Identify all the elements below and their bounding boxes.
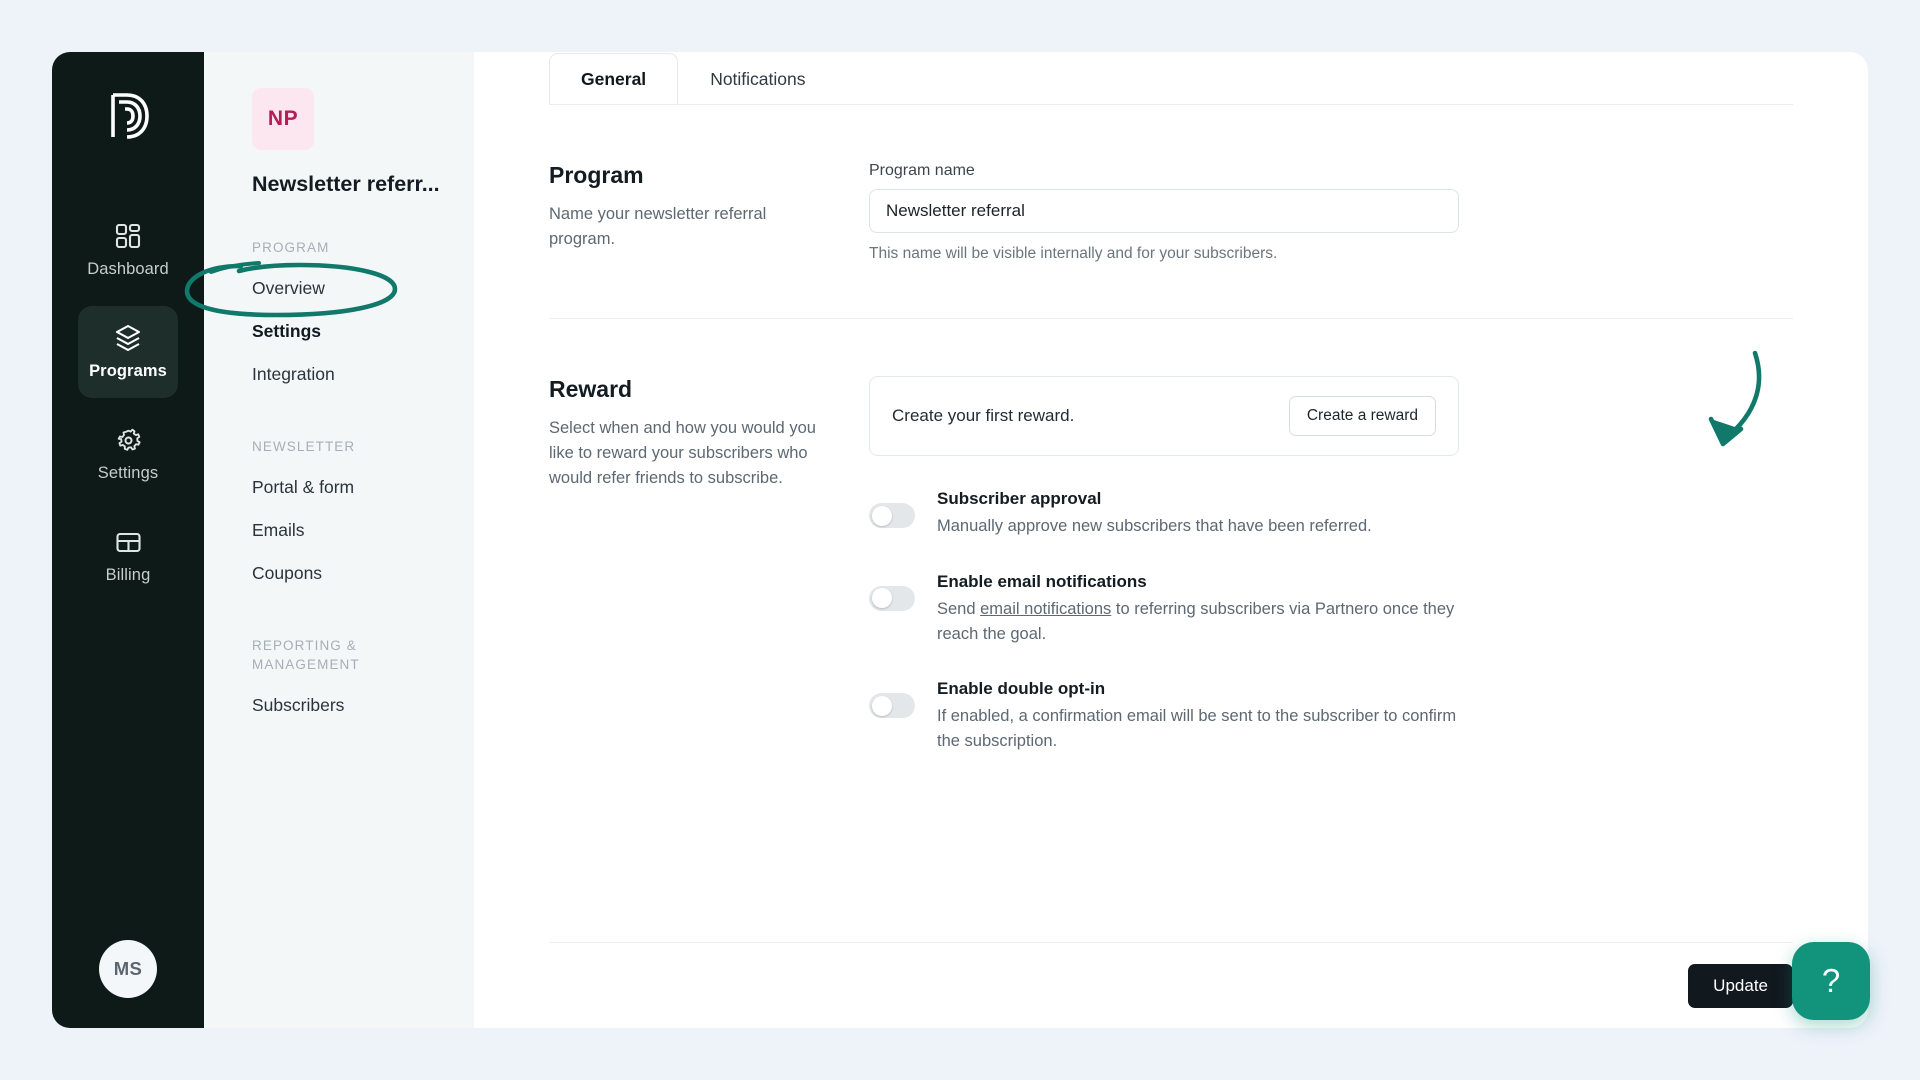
tab-bar: General Notifications: [474, 52, 1868, 105]
sidebar-item-emails[interactable]: Emails: [252, 509, 474, 552]
email-notifications-toggle[interactable]: [869, 585, 915, 611]
sidebar-item-overview[interactable]: Overview: [252, 267, 474, 310]
toggle-text-group: Enable email notifications Send email no…: [937, 572, 1459, 647]
toggle-description: If enabled, a confirmation email will be…: [937, 707, 1457, 750]
program-section: Program Name your newsletter referral pr…: [549, 105, 1793, 263]
primary-nav-rail: Dashboard Programs Settings Billing MS: [52, 52, 204, 1028]
reward-empty-text: Create your first reward.: [892, 406, 1075, 425]
reward-section-controls: Create your first reward. Create a rewar…: [869, 376, 1459, 754]
program-section-info: Program Name your newsletter referral pr…: [549, 162, 869, 263]
main-panel: General Notifications Program Name your …: [474, 52, 1868, 1028]
program-name-label: Program name: [869, 162, 975, 179]
subscriber-approval-toggle[interactable]: [869, 503, 915, 528]
toggle-knob: [872, 588, 892, 609]
rail-item-billing[interactable]: Billing: [78, 510, 178, 602]
program-badge: NP: [252, 88, 314, 150]
tab-notifications[interactable]: Notifications: [678, 53, 837, 105]
email-notifications-link[interactable]: email notifications: [980, 600, 1111, 618]
update-button[interactable]: Update: [1688, 963, 1793, 1008]
program-section-title: Program: [549, 162, 644, 188]
sidebar-section-label-program: PROGRAM: [252, 240, 330, 255]
program-section-fields: Program name This name will be visible i…: [869, 162, 1459, 263]
grid-icon: [113, 221, 143, 251]
rail-item-programs[interactable]: Programs: [78, 306, 178, 398]
toggle-text-group: Enable double opt-in If enabled, a confi…: [937, 679, 1459, 754]
program-name-input[interactable]: [869, 189, 1459, 233]
sidebar-section-label-newsletter: NEWSLETTER: [252, 439, 356, 455]
double-opt-in-toggle[interactable]: [869, 693, 915, 719]
reward-empty-state: Create your first reward. Create a rewar…: [869, 376, 1459, 456]
toggle-title: Enable email notifications: [937, 571, 1147, 591]
rail-item-label: Dashboard: [87, 260, 169, 278]
settings-content: Program Name your newsletter referral pr…: [549, 104, 1793, 942]
card-icon: [113, 527, 143, 557]
toggle-knob: [872, 695, 892, 716]
sidebar-item-settings[interactable]: Settings: [252, 310, 474, 353]
footer-bar: Update: [549, 942, 1793, 1028]
toggle-knob: [872, 505, 892, 526]
program-name-hint: This name will be visible internally and…: [869, 245, 1278, 262]
layers-icon: [113, 323, 143, 353]
tab-general[interactable]: General: [549, 53, 679, 105]
reward-section-title: Reward: [549, 376, 633, 402]
rail-item-dashboard[interactable]: Dashboard: [78, 204, 178, 296]
program-section-description: Name your newsletter referral program.: [549, 205, 767, 249]
toggle-description: Manually approve new subscribers that ha…: [937, 517, 1372, 535]
sidebar-section-label-reporting: REPORTING & MANAGEMENT: [252, 638, 360, 672]
program-sidebar: NP Newsletter referr... PROGRAM Overview…: [184, 52, 474, 1028]
program-title: Newsletter referr...: [252, 172, 440, 196]
sidebar-item-coupons[interactable]: Coupons: [252, 552, 474, 595]
sidebar-item-subscribers[interactable]: Subscribers: [252, 684, 474, 727]
reward-section: Reward Select when and how you would you…: [549, 319, 1793, 754]
app-window: Dashboard Programs Settings Billing MS N…: [0, 0, 1920, 1080]
sidebar-item-integration[interactable]: Integration: [252, 353, 474, 396]
toggle-title: Enable double opt-in: [937, 679, 1106, 699]
gear-icon: [113, 425, 143, 455]
toggle-description: Send email notifications to referring su…: [937, 597, 1459, 647]
reward-section-info: Reward Select when and how you would you…: [549, 376, 869, 754]
rail-item-settings[interactable]: Settings: [78, 408, 178, 500]
toggle-subscriber-approval: Subscriber approval Manually approve new…: [869, 489, 1459, 539]
sidebar-item-portal-form[interactable]: Portal & form: [252, 466, 474, 509]
help-button[interactable]: ?: [1792, 942, 1870, 1020]
rail-nav-list: Dashboard Programs Settings Billing: [52, 204, 204, 602]
partnero-logo-icon: [100, 86, 156, 146]
avatar[interactable]: MS: [99, 940, 157, 998]
create-reward-button[interactable]: Create a reward: [1288, 396, 1436, 436]
rail-item-label: Billing: [105, 566, 151, 584]
toggle-double-opt-in: Enable double opt-in If enabled, a confi…: [869, 679, 1459, 754]
toggle-text-group: Subscriber approval Manually approve new…: [937, 489, 1372, 539]
toggle-title: Subscriber approval: [937, 489, 1102, 508]
desc-before: Send: [937, 599, 981, 618]
toggle-email-notifications: Enable email notifications Send email no…: [869, 572, 1459, 647]
rail-item-label: Programs: [89, 362, 167, 380]
rail-item-label: Settings: [97, 464, 159, 482]
reward-section-description: Select when and how you would you like t…: [549, 419, 816, 488]
